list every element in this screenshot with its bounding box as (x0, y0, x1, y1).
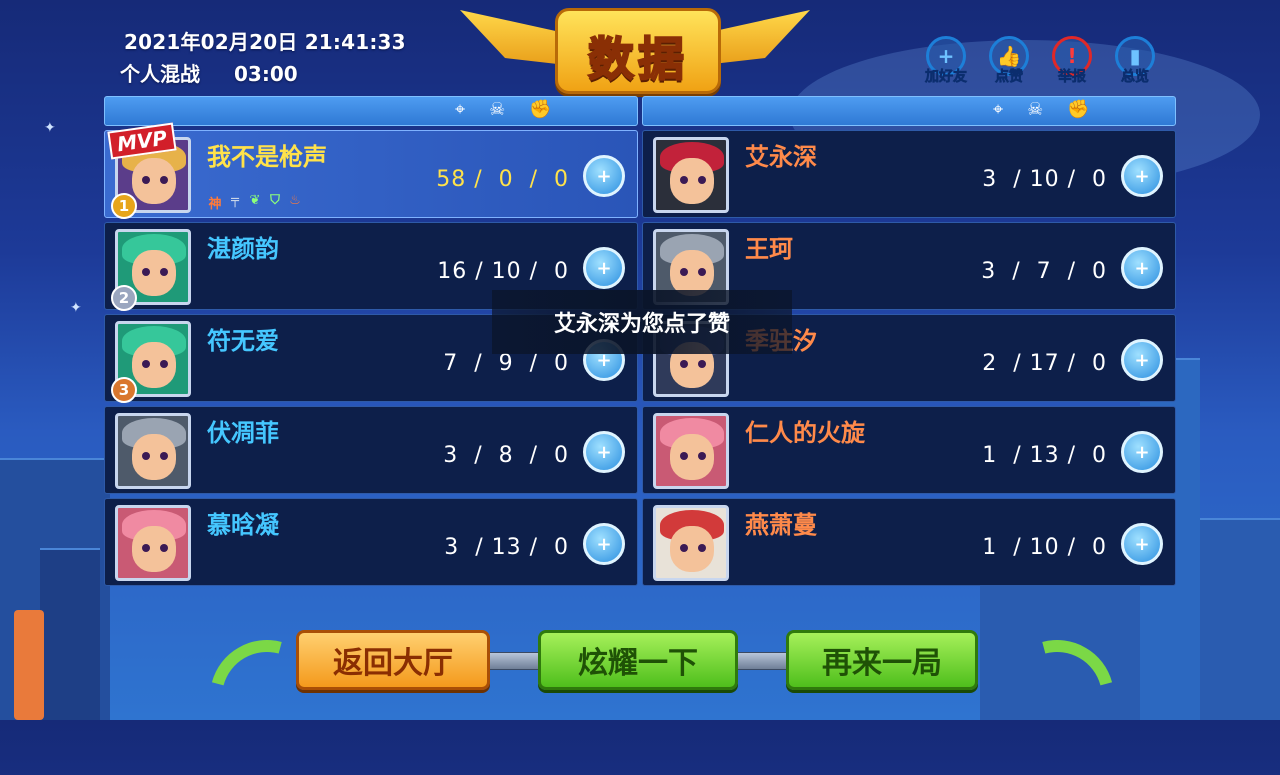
player-name: 艾永深 (745, 143, 817, 171)
kda-stats: 3 / 8 / 0 (443, 443, 569, 468)
add-user-icon: + (1134, 257, 1150, 279)
kda-stats: 3 / 13 / 0 (444, 535, 569, 560)
skull-icon: ☠ (489, 99, 506, 120)
kda-stats: 3 / 10 / 0 (982, 167, 1107, 192)
match-info: 个人混战 03:00 (120, 58, 332, 87)
left-team-list: MVP 1 我不是枪声 神 ╤ ❦ ⛉ ♨ 58 / 0 / 0 + 2 湛颜韵… (104, 122, 638, 590)
like-button[interactable]: 👍 点赞 (985, 36, 1033, 86)
kda-stats: 16 / 10 / 0 (437, 259, 569, 284)
overview-label: 总览 (1121, 69, 1150, 86)
player-name: 王珂 (745, 235, 793, 263)
player-row[interactable]: 艾永深 3 / 10 / 0 + (642, 130, 1176, 218)
rank-medal: 3 (111, 377, 137, 403)
match-datetime: 2021年02月20日 21:41:33 (124, 30, 406, 54)
show-off-button[interactable]: 炫耀一下 (538, 630, 738, 690)
add-friend-button[interactable]: + (1121, 155, 1163, 197)
player-name: 伏凋菲 (207, 419, 279, 447)
avatar[interactable] (653, 413, 729, 489)
right-hose-ornament (979, 619, 1135, 775)
top-actions: + 加好友 👍 点赞 ! 举报 ▮ 总览 (922, 36, 1159, 86)
fist-icon: ✊ (529, 99, 552, 120)
shield-icon: ⛉ (270, 193, 280, 208)
skull-icon: ☠ (1027, 99, 1044, 120)
match-duration: 03:00 (234, 62, 298, 86)
add-user-icon: + (596, 165, 612, 187)
page-title: 数据 (587, 31, 688, 87)
kda-stats: 7 / 9 / 0 (443, 351, 569, 376)
kda-stats: 58 / 0 / 0 (436, 167, 569, 192)
back-to-lobby-button[interactable]: 返回大厅 (296, 630, 490, 690)
add-user-icon: + (1134, 533, 1150, 555)
title-banner: 数据 (460, 0, 810, 96)
avatar[interactable] (115, 413, 191, 489)
crosshair-icon: ⌖ (993, 99, 1004, 120)
report-label: 举报 (1058, 69, 1087, 86)
rank-medal: 1 (111, 193, 137, 219)
add-user-icon: + (596, 533, 612, 555)
add-friend-button[interactable]: + (583, 431, 625, 473)
add-friend-button[interactable]: + (583, 523, 625, 565)
add-friend-button[interactable]: + (1121, 339, 1163, 381)
like-toast: 艾永深为您点了赞 (492, 290, 792, 354)
add-user-icon: + (1134, 441, 1150, 463)
flame-icon: ♨ (289, 193, 301, 208)
add-friend-button[interactable]: + (1121, 431, 1163, 473)
kda-stats: 3 / 7 / 0 (981, 259, 1107, 284)
report-button[interactable]: ! 举报 (1048, 36, 1096, 86)
overview-button[interactable]: ▮ 总览 (1111, 36, 1159, 86)
player-row[interactable]: 慕晗凝 3 / 13 / 0 + (104, 498, 638, 586)
add-user-icon: + (1134, 349, 1150, 371)
player-row[interactable]: 仁人的火旋 1 / 13 / 0 + (642, 406, 1176, 494)
kda-stats: 1 / 13 / 0 (982, 443, 1107, 468)
player-name: 仁人的火旋 (745, 419, 865, 447)
add-user-icon: + (596, 441, 612, 463)
avatar[interactable] (653, 137, 729, 213)
pipe-connector (486, 652, 544, 670)
gun-icon: ╤ (231, 193, 239, 208)
god-badge: 神 (208, 197, 222, 212)
title-plate: 数据 (555, 8, 721, 94)
crosshair-icon: ⌖ (455, 99, 466, 120)
player-name: 慕晗凝 (207, 511, 279, 539)
add-friend-button[interactable]: + (1121, 523, 1163, 565)
add-user-icon: + (596, 257, 612, 279)
player-row[interactable]: MVP 1 我不是枪声 神 ╤ ❦ ⛉ ♨ 58 / 0 / 0 + (104, 122, 638, 219)
player-name: 符无爱 (207, 327, 279, 355)
player-name: 燕萧蔓 (745, 511, 817, 539)
kda-stats: 2 / 17 / 0 (982, 351, 1107, 376)
avatar[interactable] (653, 505, 729, 581)
add-friend-button[interactable]: + (1121, 247, 1163, 289)
player-name: 湛颜韵 (207, 235, 279, 263)
add-friend-label: 加好友 (925, 69, 968, 86)
achievement-badges: 神 ╤ ❦ ⛉ ♨ (207, 193, 303, 212)
rank-medal: 2 (111, 285, 137, 311)
like-label: 点赞 (995, 69, 1024, 86)
kda-stats: 1 / 10 / 0 (982, 535, 1107, 560)
add-friend-button[interactable]: + (583, 155, 625, 197)
player-row[interactable]: 燕萧蔓 1 / 10 / 0 + (642, 498, 1176, 586)
add-user-icon: + (1134, 165, 1150, 187)
fist-icon: ✊ (1067, 99, 1090, 120)
right-team-header: ⌖ ☠ ✊ (642, 96, 1176, 126)
player-row[interactable]: 伏凋菲 3 / 8 / 0 + (104, 406, 638, 494)
wings-icon: ❦ (249, 193, 261, 208)
right-team-list: 艾永深 3 / 10 / 0 + 王珂 3 / 7 / 0 + 季驻汐 2 / … (642, 130, 1176, 590)
match-mode: 个人混战 (120, 62, 200, 86)
avatar[interactable] (115, 505, 191, 581)
add-friend-button[interactable]: + (583, 247, 625, 289)
add-friend-button[interactable]: + 加好友 (922, 36, 970, 86)
play-again-button[interactable]: 再来一局 (786, 630, 978, 690)
player-name: 我不是枪声 (207, 143, 327, 171)
left-team-header: ⌖ ☠ ✊ (104, 96, 638, 126)
